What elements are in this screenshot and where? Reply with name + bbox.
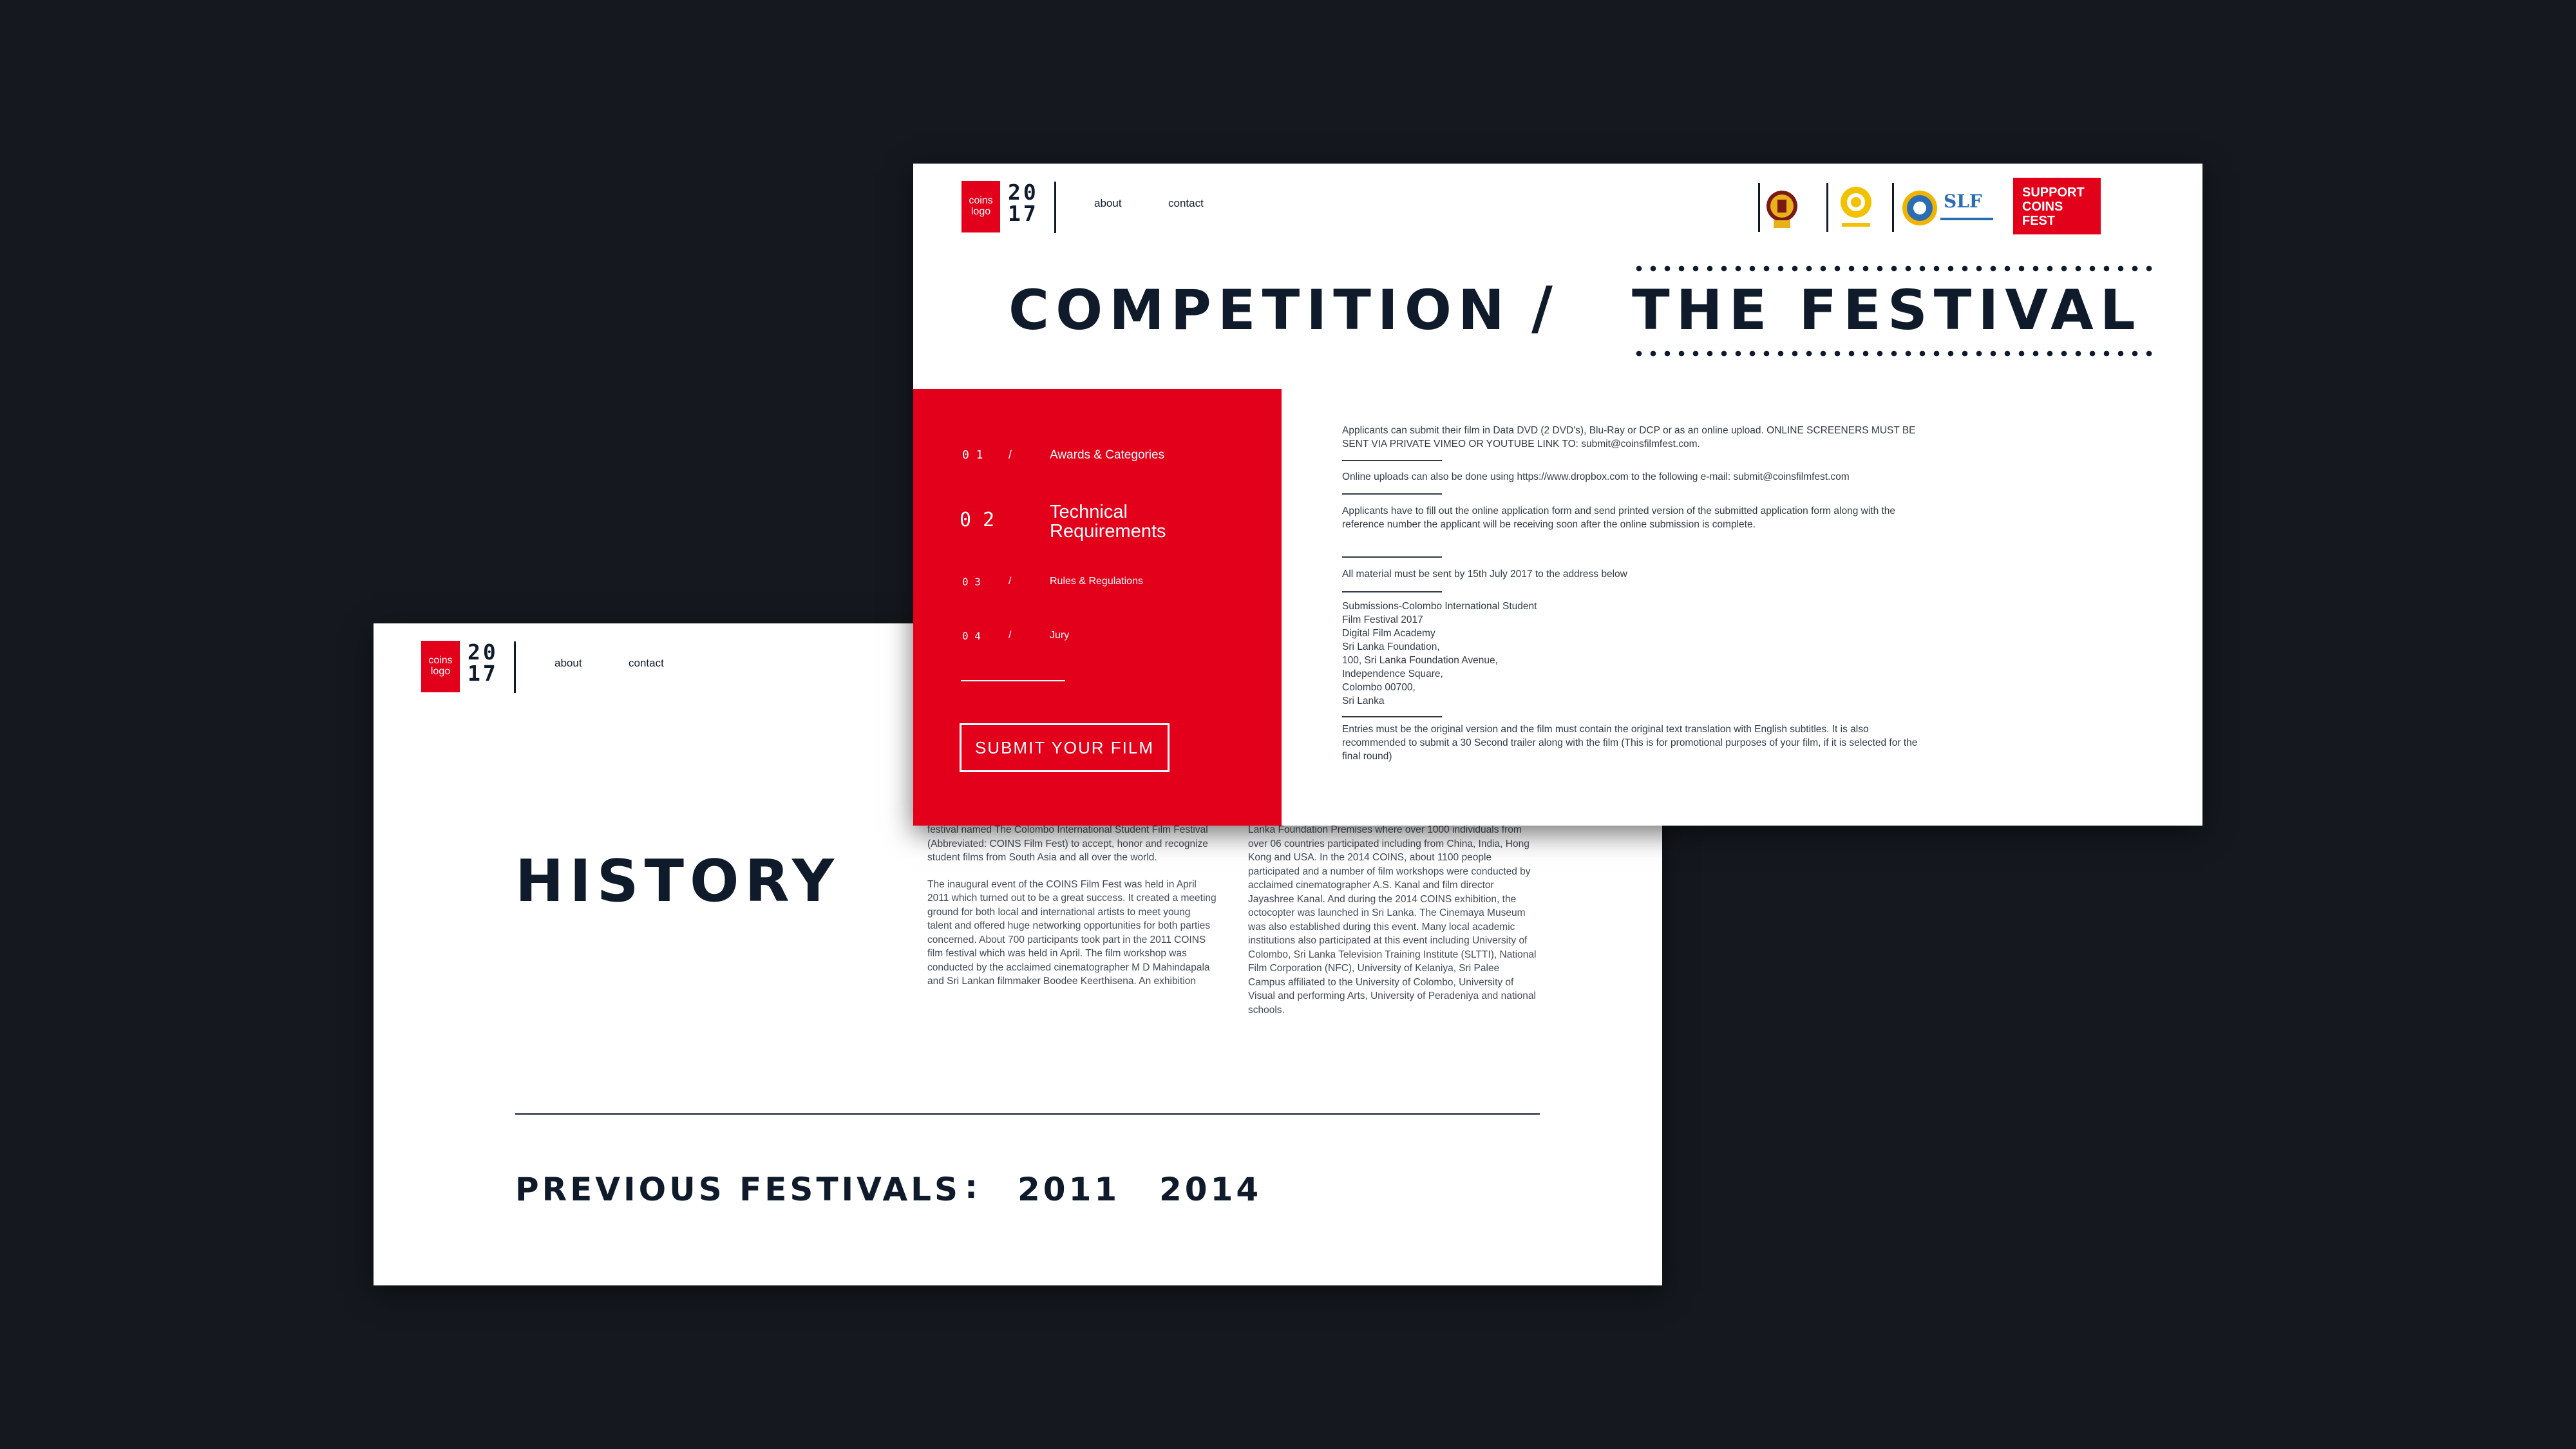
content-divider: [1342, 493, 1442, 495]
content-text: Online uploads can also be done using ht…: [1342, 471, 1850, 482]
address-line: Colombo 00700,: [1342, 682, 1416, 693]
competition-sidebar: 0 1 / Awards & Categories 0 2 Technical …: [913, 389, 1282, 826]
partner-separator: [1826, 183, 1828, 232]
content-paragraph-4: All material must be sent by 15th July 2…: [1342, 567, 1935, 581]
nav-about-link[interactable]: about: [1094, 197, 1122, 210]
history-paragraph: festival named The Colombo International…: [927, 824, 1208, 863]
content-text: Applicants have to fill out the online a…: [1342, 506, 1896, 530]
menu-item-jury[interactable]: 0 4 / Jury: [962, 630, 1069, 644]
logo-divider: [514, 641, 516, 693]
film-academy-icon: [1841, 187, 1871, 227]
sri-lanka-emblem-icon: [1766, 191, 1797, 228]
submit-your-film-button[interactable]: SUBMIT YOUR FILM: [960, 723, 1170, 772]
content-divider: [1342, 556, 1442, 558]
menu-slash: /: [1009, 576, 1012, 587]
slf-text: SLF: [1944, 191, 1982, 212]
nav-about-link[interactable]: about: [554, 657, 582, 670]
logo-text: coins logo: [428, 655, 453, 677]
history-column-2: Lanka Foundation Premises where over 100…: [1248, 823, 1538, 1030]
address-line: Digital Film Academy: [1342, 628, 1435, 639]
support-line: SUPPORT: [2022, 185, 2085, 200]
content-paragraph-3: Applicants have to fill out the online a…: [1342, 504, 1935, 531]
coins-logo[interactable]: coins logo: [421, 641, 460, 692]
address-line: Sri Lanka: [1342, 696, 1385, 706]
history-paragraph: Lanka Foundation Premises where over 100…: [1248, 824, 1537, 1016]
menu-slash: /: [1009, 630, 1012, 641]
menu-slash: /: [1009, 448, 1012, 461]
content-paragraph-5: Entries must be the original version and…: [1342, 723, 1935, 763]
logo-year-top: 20: [1008, 180, 1039, 205]
partner-separator: [1892, 183, 1894, 232]
menu-label: Technical Requirements: [1050, 502, 1166, 541]
sidebar-divider: [961, 680, 1065, 681]
menu-number: 0 4: [962, 630, 981, 642]
content-text: Applicants can submit their film in Data…: [1342, 425, 1916, 450]
menu-label: Awards & Categories: [1050, 448, 1165, 462]
logo-text: coins logo: [969, 195, 993, 217]
address-line: 100, Sri Lanka Foundation Avenue,: [1342, 655, 1498, 666]
history-column-1: festival named The Colombo International…: [927, 823, 1217, 1001]
content-divider: [1342, 460, 1442, 461]
address-line: Sri Lanka Foundation,: [1342, 641, 1440, 652]
logo-year: 20 17: [1008, 182, 1039, 224]
support-line: COINS: [2022, 200, 2063, 214]
address-line: Submissions-Colombo International Studen…: [1342, 601, 1537, 612]
content-text: All material must be sent by 15th July 2…: [1342, 569, 1627, 580]
previous-festivals-colon: :: [965, 1168, 983, 1206]
history-title: HISTORY: [515, 848, 840, 915]
content-paragraph-1: Applicants can submit their film in Data…: [1342, 424, 1935, 451]
dotted-border-top: [1632, 265, 2154, 272]
menu-number: 0 2: [960, 509, 995, 531]
menu-label-line: Technical: [1050, 502, 1128, 522]
title-separator: /: [1531, 274, 1558, 342]
logo-year-top: 20: [468, 639, 498, 665]
menu-label-line: Requirements: [1050, 521, 1166, 542]
content-paragraph-2: Online uploads can also be done using ht…: [1342, 470, 1986, 484]
nav-contact-link[interactable]: contact: [1168, 197, 1204, 210]
menu-item-rules[interactable]: 0 3 / Rules & Regulations: [962, 576, 1143, 590]
address-line: Independence Square,: [1342, 668, 1443, 679]
competition-title: COMPETITION: [1009, 278, 1511, 343]
festival-year-2014-link[interactable]: 2014: [1159, 1171, 1262, 1208]
support-line: FEST: [2022, 214, 2056, 228]
logo-year-bottom: 17: [468, 661, 498, 686]
logo-divider: [1054, 182, 1056, 233]
mailing-address: Submissions-Colombo International Studen…: [1342, 600, 1935, 708]
festival-title: THE FESTIVAL: [1632, 278, 2142, 343]
content-divider: [1342, 591, 1442, 592]
competition-page: coins logo 20 17 about contact SLF SUPPO…: [913, 164, 2202, 826]
support-coins-fest-button[interactable]: SUPPORT COINS FEST: [2013, 178, 2101, 234]
section-divider: [515, 1113, 1540, 1115]
menu-label: Rules & Regulations: [1050, 576, 1143, 587]
menu-number: 0 1: [962, 448, 983, 462]
coins-logo[interactable]: coins logo: [961, 181, 1000, 232]
logo-year-bottom: 17: [1008, 201, 1039, 226]
dotted-border-bottom: [1632, 350, 2154, 357]
nav-contact-link[interactable]: contact: [629, 657, 664, 670]
partner-separator: [1758, 183, 1760, 232]
menu-item-awards[interactable]: 0 1 / Awards & Categories: [962, 448, 1164, 464]
content-divider: [1342, 716, 1442, 717]
festival-year-2011-link[interactable]: 2011: [1018, 1171, 1120, 1208]
address-line: Film Festival 2017: [1342, 614, 1423, 625]
content-text: Entries must be the original version and…: [1342, 724, 1918, 762]
history-paragraph: The inaugural event of the COINS Film Fe…: [927, 878, 1217, 987]
previous-festivals-label: PREVIOUS FESTIVALS: [515, 1171, 961, 1208]
menu-number: 0 3: [962, 576, 981, 588]
menu-label: Jury: [1050, 630, 1070, 641]
logo-year: 20 17: [468, 641, 498, 684]
